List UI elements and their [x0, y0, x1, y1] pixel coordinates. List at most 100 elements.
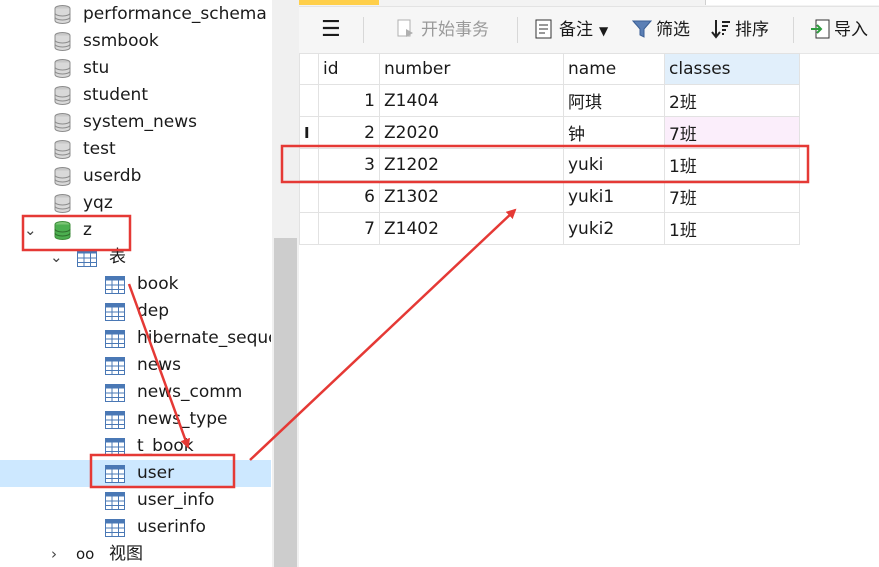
tree-item-label: test [83, 139, 116, 159]
tree-item-label: performance_schema [83, 4, 267, 24]
tree-scrollbar[interactable] [272, 0, 299, 567]
tree-item-db[interactable]: yqz [0, 190, 271, 217]
cell-classes[interactable]: 1班 [664, 212, 800, 245]
database-icon [54, 86, 71, 105]
database-open-icon [54, 221, 71, 240]
cell-number[interactable]: Z2020 [379, 116, 564, 149]
database-icon [54, 59, 71, 78]
row-marker[interactable] [299, 212, 319, 245]
column-header-number[interactable]: number [379, 53, 564, 85]
import-label: 导入 [834, 20, 868, 40]
tree-item-table[interactable]: userinfo [0, 514, 271, 541]
cell-name[interactable]: 阿琪 [563, 84, 665, 117]
column-header-classes[interactable]: classes [664, 53, 800, 85]
cell-id[interactable]: 7 [318, 212, 380, 245]
cell-id[interactable]: 2 [318, 116, 380, 149]
cell-name[interactable]: 钟 [563, 116, 665, 149]
table-icon [105, 438, 125, 456]
tree-item-table[interactable]: user_info [0, 487, 271, 514]
row-marker[interactable] [299, 84, 319, 117]
active-tab[interactable] [299, 0, 379, 5]
tree-folder-views[interactable]: › οο 视图 [0, 541, 271, 567]
table-icon [105, 330, 125, 348]
cell-id[interactable]: 1 [318, 84, 380, 117]
tree-item-label: news [137, 355, 181, 375]
tree-item-table[interactable]: news_type [0, 406, 271, 433]
tree-folder-tables[interactable]: ⌄ 表 [0, 244, 271, 271]
table-data-view: ☰ 开始事务 备注 ▼ 筛选 排序 导入 id number name class… [299, 0, 879, 567]
table-row[interactable]: 1 Z1404 阿琪 2班 [299, 84, 800, 117]
column-header-name[interactable]: name [563, 53, 665, 85]
dropdown-caret-icon[interactable]: ▼ [599, 24, 608, 38]
begin-transaction-button[interactable]: 开始事务 [397, 7, 489, 53]
tree-item-db[interactable]: userdb [0, 163, 271, 190]
cell-name[interactable]: yuki1 [563, 180, 665, 213]
tree-item-db[interactable]: performance_schema [0, 1, 271, 28]
tree-item-table[interactable]: book [0, 271, 271, 298]
tree-item-label: yqz [83, 193, 113, 213]
tree-item-label: user_info [137, 490, 215, 510]
cell-name[interactable]: yuki2 [563, 212, 665, 245]
menu-icon[interactable]: ☰ [321, 7, 341, 53]
column-header-id[interactable]: id [318, 53, 380, 85]
table-row[interactable]: 3 Z1202 yuki 1班 [299, 148, 800, 181]
tree-item-label: 视图 [109, 544, 143, 564]
cell-name[interactable]: yuki [563, 148, 665, 181]
tab[interactable] [705, 0, 879, 5]
transaction-icon [397, 19, 413, 37]
toolbar-divider [363, 17, 364, 43]
table-row[interactable]: I 2 Z2020 钟 7班 [299, 116, 800, 149]
filter-button[interactable]: 筛选 [631, 7, 690, 53]
chevron-down-icon[interactable]: ⌄ [50, 244, 63, 271]
tree-item-table[interactable]: news_comm [0, 379, 271, 406]
cell-number[interactable]: Z1302 [379, 180, 564, 213]
grid-header-row: id number name classes [299, 53, 800, 85]
tree-item-label: userdb [83, 166, 142, 186]
tree-item-db[interactable]: student [0, 82, 271, 109]
tree-item-label: book [137, 274, 179, 294]
sort-label: 排序 [735, 20, 769, 40]
database-icon [54, 5, 71, 24]
database-icon [54, 32, 71, 51]
tree-item-db[interactable]: stu [0, 55, 271, 82]
table-row[interactable]: 6 Z1302 yuki1 7班 [299, 180, 800, 213]
tree-item-db-open[interactable]: ⌄ z [0, 217, 271, 244]
tree-item-table[interactable]: dep [0, 298, 271, 325]
tree-item-table[interactable]: hibernate_sequence [0, 325, 271, 352]
cell-number[interactable]: Z1202 [379, 148, 564, 181]
cell-number[interactable]: Z1404 [379, 84, 564, 117]
tree-item-db[interactable]: ssmbook [0, 28, 271, 55]
tree-item-db[interactable]: system_news [0, 109, 271, 136]
tree-item-table[interactable]: t_book [0, 433, 271, 460]
table-icon [105, 303, 125, 321]
cell-number[interactable]: Z1402 [379, 212, 564, 245]
row-marker[interactable]: I [299, 116, 319, 149]
notes-label: 备注 [559, 20, 593, 40]
tree-item-db[interactable]: test [0, 136, 271, 163]
tree-item-table[interactable]: news [0, 352, 271, 379]
tree-item-table-selected[interactable]: user [0, 460, 271, 487]
tree-item-label: system_news [83, 112, 197, 132]
chevron-down-icon[interactable]: ⌄ [24, 217, 37, 244]
row-marker[interactable] [299, 148, 319, 181]
scrollbar-thumb[interactable] [274, 238, 297, 567]
tree-item-label: user [137, 463, 175, 483]
notes-button[interactable]: 备注 ▼ [535, 7, 608, 53]
tree-item-label: student [83, 85, 148, 105]
import-button[interactable]: 导入 [810, 7, 868, 53]
cell-classes[interactable]: 1班 [664, 148, 800, 181]
tree-item-label: 表 [109, 247, 126, 267]
cell-classes[interactable]: 7班 [664, 180, 800, 213]
cell-id[interactable]: 3 [318, 148, 380, 181]
cell-id[interactable]: 6 [318, 180, 380, 213]
database-icon [54, 140, 71, 159]
tree-item-label: news_type [137, 409, 228, 429]
table-row[interactable]: 7 Z1402 yuki2 1班 [299, 212, 800, 245]
cell-classes[interactable]: 7班 [664, 116, 800, 149]
table-icon [105, 465, 125, 483]
sort-button[interactable]: 排序 [711, 7, 769, 53]
tree-item-label: ssmbook [83, 31, 159, 51]
cell-classes[interactable]: 2班 [664, 84, 800, 117]
chevron-right-icon[interactable]: › [51, 541, 57, 567]
row-marker[interactable] [299, 180, 319, 213]
